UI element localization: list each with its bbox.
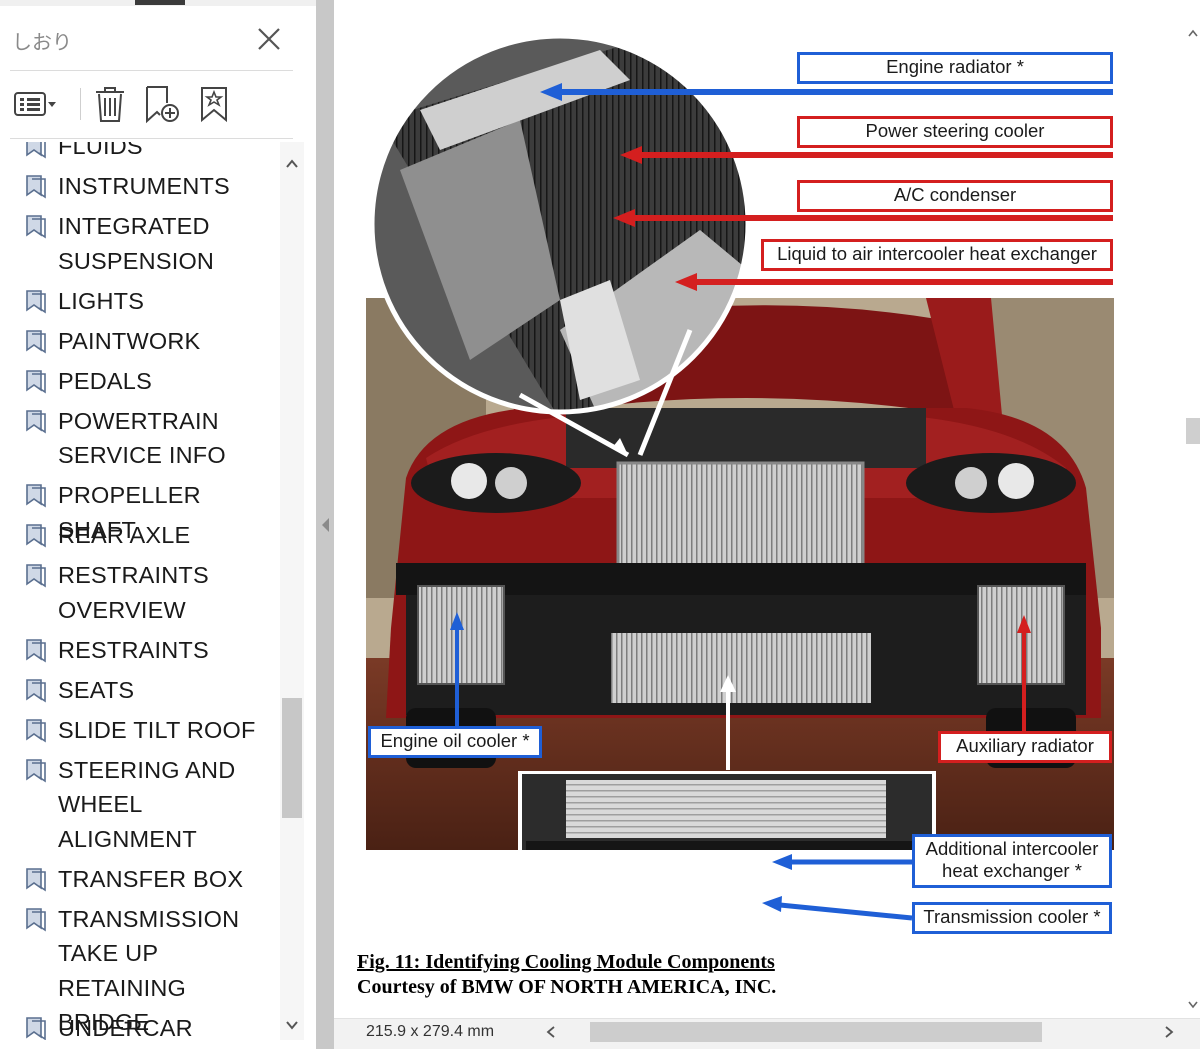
bookmark-label: SLIDE TILT ROOF (58, 716, 256, 743)
bookmark-label: POWERTRAIN SERVICE INFO (58, 407, 226, 469)
bookmark-icon (26, 524, 46, 548)
callout-transmission-cooler: Transmission cooler * (912, 902, 1112, 934)
bookmark-icon (26, 678, 46, 702)
panel-divider (10, 70, 293, 71)
bookmark-item[interactable]: FLUIDS (24, 142, 143, 164)
bookmark-icon (26, 718, 46, 742)
scroll-up-icon[interactable] (284, 156, 300, 172)
scroll-down-icon[interactable] (1187, 998, 1199, 1010)
panel-title: しおり (12, 32, 72, 54)
bookmark-item[interactable]: PEDALS (24, 364, 152, 399)
bookmark-icon (26, 867, 46, 891)
toolbar-divider (80, 88, 81, 120)
bookmark-icon (26, 175, 46, 199)
collapse-panel-icon[interactable] (319, 515, 331, 535)
bookmark-label: INTEGRATED SUSPENSION (58, 213, 215, 274)
bookmark-icon (26, 215, 46, 239)
bookmark-item[interactable]: LIGHTS (24, 284, 144, 319)
bookmark-label: INSTRUMENTS (58, 173, 230, 199)
bookmark-label: STEERING AND WHEEL ALIGNMENT (58, 756, 236, 852)
scroll-down-icon[interactable] (284, 1017, 300, 1033)
scroll-up-icon[interactable] (1187, 28, 1199, 40)
document-scroll-thumb[interactable] (1186, 418, 1200, 444)
bookmark-item[interactable]: INTEGRATED SUSPENSION (24, 209, 214, 278)
bookmark-icon (26, 289, 46, 313)
bookmark-label: FLUIDS (58, 142, 143, 159)
callout-engine-oil-cooler: Engine oil cooler * (368, 726, 542, 758)
figure-credit: Courtesy of BMW OF NORTH AMERICA, INC. (357, 976, 777, 998)
close-icon[interactable] (252, 22, 286, 56)
scroll-left-icon[interactable] (544, 1024, 558, 1040)
bookmark-scroll-thumb[interactable] (282, 698, 302, 818)
figure-caption: Fig. 11: Identifying Cooling Module Comp… (357, 951, 775, 973)
bookmark-item[interactable]: POWERTRAIN SERVICE INFO (24, 404, 226, 473)
bookmark-item[interactable]: UNDERCAR (24, 1011, 193, 1041)
bookmark-label: RESTRAINTS OVERVIEW (58, 562, 209, 623)
toolbar-divider-bottom (10, 138, 293, 139)
bookmark-label: PEDALS (58, 367, 152, 394)
add-bookmark-icon[interactable] (140, 84, 184, 124)
bookmark-label: LIGHTS (58, 287, 145, 314)
car-cooling-module-photo (366, 298, 1114, 850)
bookmark-item[interactable]: INSTRUMENTS (24, 169, 230, 204)
bookmark-label: RESTRAINTS (58, 636, 209, 663)
panel-tab-strip (0, 0, 316, 6)
bookmark-icon (26, 1016, 46, 1040)
bookmark-icon (26, 142, 46, 159)
page-size-readout: 215.9 x 279.4 mm (366, 1023, 495, 1040)
bookmark-item[interactable]: PAINTWORK (24, 324, 200, 359)
bookmark-label: SEATS (58, 676, 135, 703)
bookmark-item[interactable]: SEATS (24, 673, 134, 708)
bookmark-label: TRANSFER BOX (58, 865, 244, 892)
bookmark-item[interactable]: TRANSFER BOX (24, 862, 243, 897)
bookmark-icon (26, 758, 46, 782)
document-vertical-scrollbar[interactable] (1184, 0, 1200, 1018)
bookmark-icon (26, 329, 46, 353)
scroll-right-icon[interactable] (1162, 1024, 1176, 1040)
bookmark-label: REAR AXLE (58, 522, 191, 548)
horizontal-scroll-thumb[interactable] (590, 1022, 1042, 1042)
bookmark-icon (26, 369, 46, 393)
bookmark-icon (26, 484, 46, 508)
list-options-icon[interactable] (12, 84, 56, 124)
bookmark-scrollbar[interactable] (280, 142, 304, 1040)
callout-ac-condenser: A/C condenser (797, 180, 1113, 212)
callout-auxiliary-radiator: Auxiliary radiator (938, 731, 1112, 763)
bookmarks-panel: しおり FLUIDS INSTRUMENTS INTEGRATED SUSPENSI… (0, 0, 316, 1049)
callout-engine-radiator: Engine radiator * (797, 52, 1113, 84)
callout-additional-intercooler: Additional intercooler heat exchanger * (912, 834, 1112, 888)
bookmark-icon (26, 564, 46, 588)
bookmark-item[interactable]: SLIDE TILT ROOF (24, 713, 256, 748)
callout-power-steering-cooler: Power steering cooler (797, 116, 1113, 148)
active-tab-indicator (135, 0, 185, 5)
callout-liquid-intercooler: Liquid to air intercooler heat exchanger (761, 239, 1113, 271)
bookmark-item[interactable]: RESTRAINTS OVERVIEW (24, 558, 209, 627)
bookmark-icon (26, 907, 46, 931)
bookmark-label: UNDERCAR (58, 1014, 193, 1041)
bookmark-item[interactable]: RESTRAINTS (24, 633, 209, 668)
trash-icon[interactable] (88, 84, 132, 124)
bookmark-icon (26, 409, 46, 433)
bookmark-gear-icon[interactable] (192, 84, 236, 124)
bookmark-list: FLUIDS INSTRUMENTS INTEGRATED SUSPENSION LI… (0, 142, 280, 1040)
bookmark-icon (26, 638, 46, 662)
bookmark-label: PAINTWORK (58, 327, 201, 354)
bookmark-item[interactable]: REAR AXLE (24, 518, 190, 553)
bookmark-item[interactable]: STEERING AND WHEEL ALIGNMENT (24, 753, 235, 857)
